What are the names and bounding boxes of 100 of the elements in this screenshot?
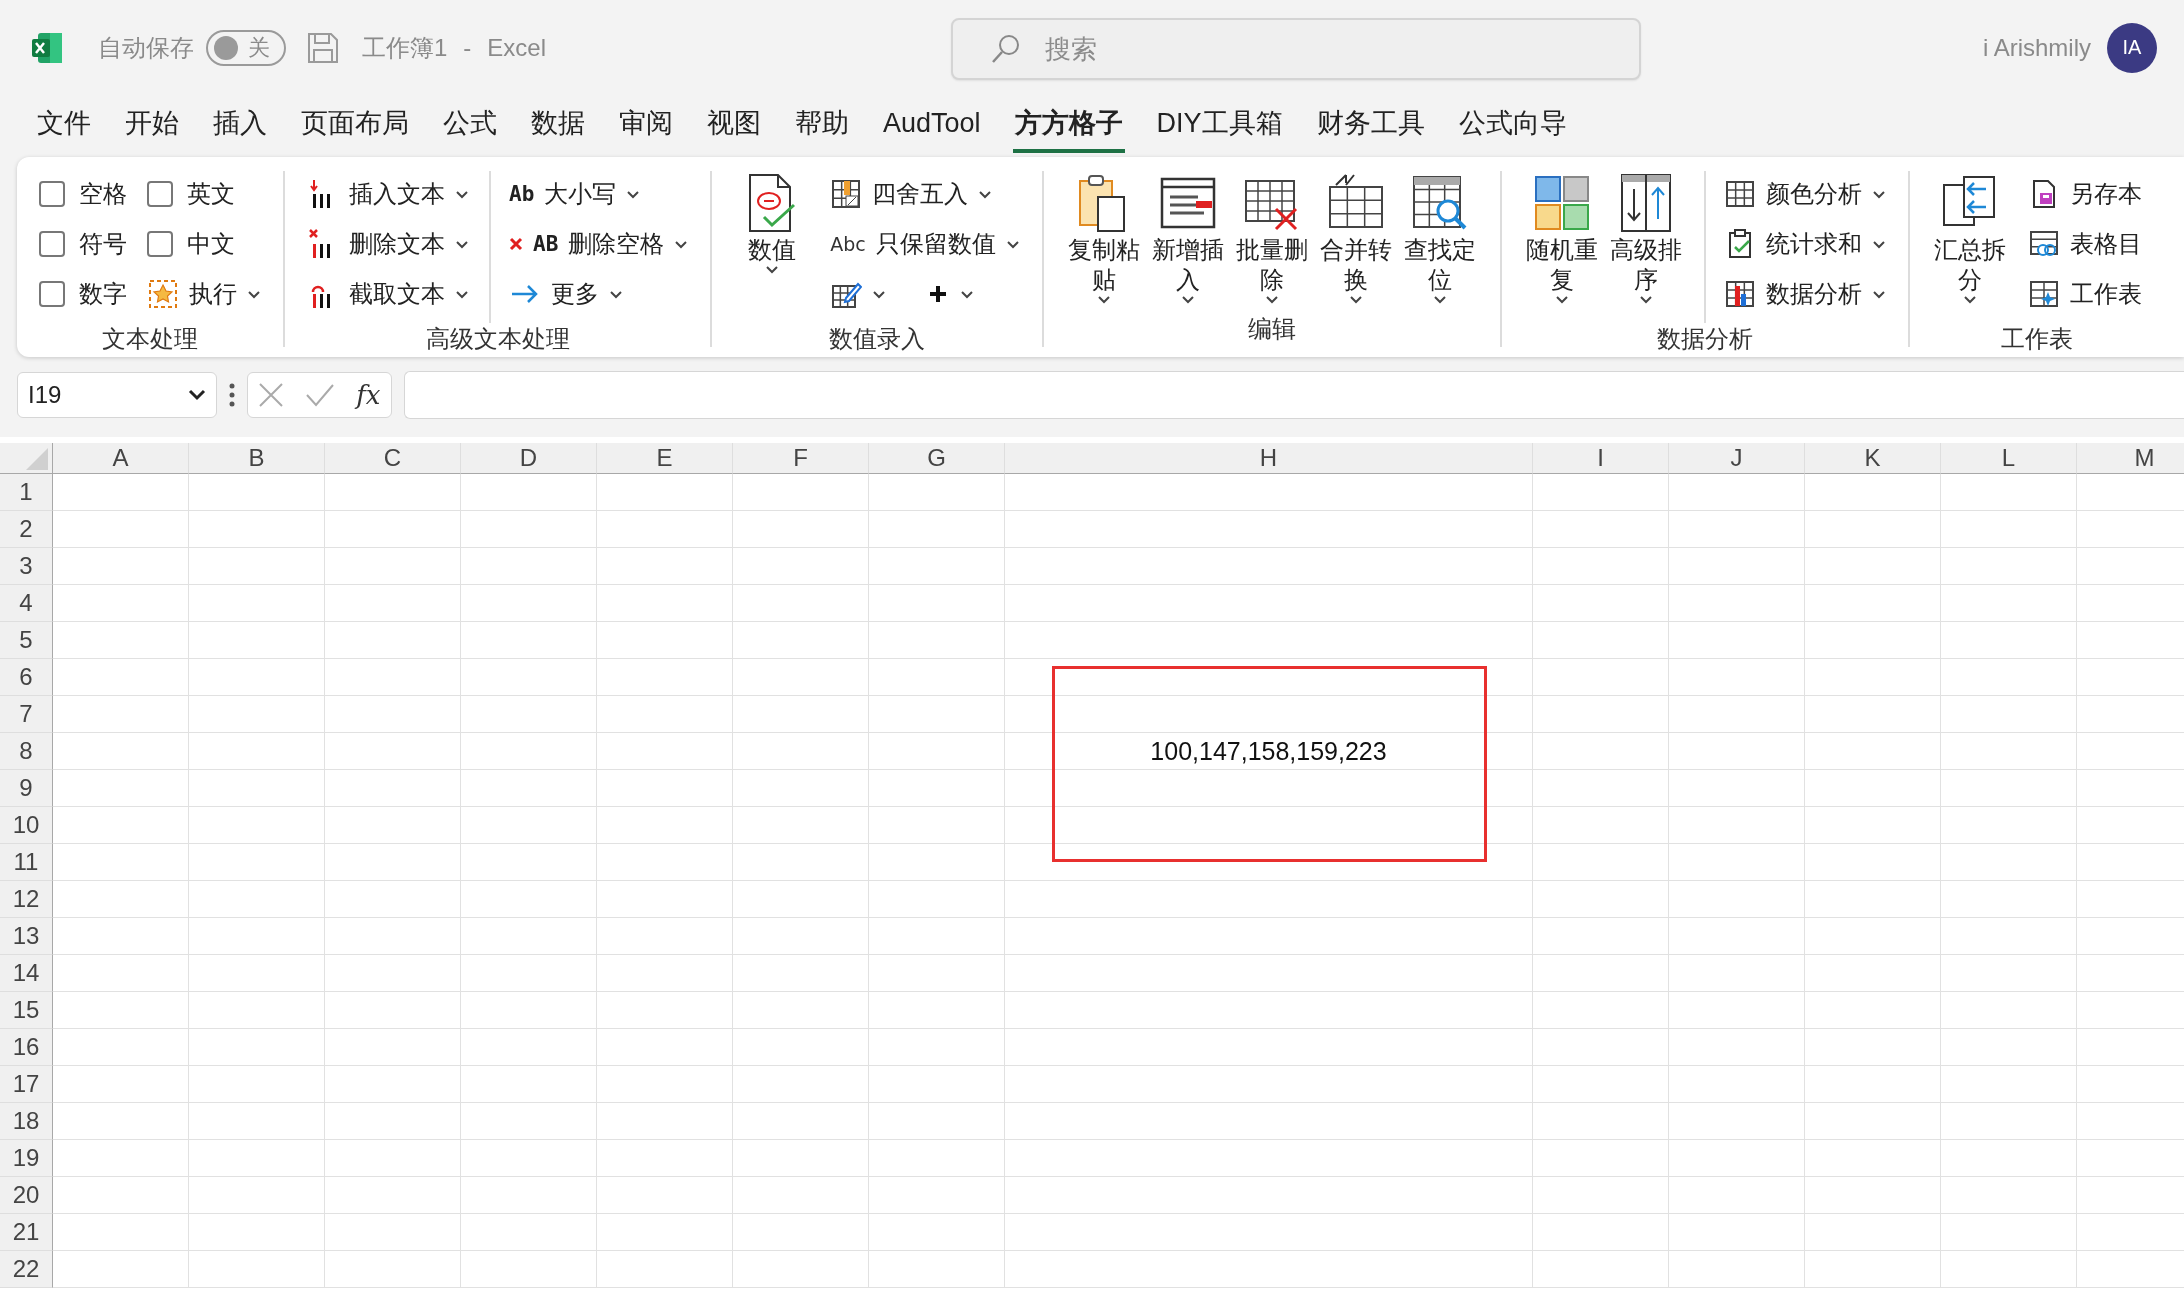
ribbon-button[interactable]: 插入文本 (307, 171, 469, 217)
menu-tab[interactable]: 数据 (529, 97, 587, 153)
menu-tab[interactable]: 开始 (123, 97, 181, 153)
menu-tab[interactable]: AudTool (881, 99, 983, 151)
column-header[interactable]: E (597, 443, 733, 474)
menu-tab[interactable]: 方方格子 (1012, 97, 1125, 153)
ribbon-button[interactable]: 执行 (147, 271, 261, 317)
row-header[interactable]: 19 (0, 1140, 53, 1177)
menu-tab[interactable]: DIY工具箱 (1154, 97, 1285, 153)
check-icon[interactable] (305, 383, 336, 407)
ribbon-button[interactable]: 四舍五入 (830, 171, 1020, 217)
more-vertical-icon[interactable] (229, 383, 235, 407)
row-header[interactable]: 10 (0, 807, 53, 844)
icon-text: Abc (830, 233, 866, 255)
user-avatar[interactable]: IA (2107, 22, 2157, 73)
column-header[interactable]: B (189, 443, 325, 474)
row-header[interactable]: 3 (0, 548, 53, 585)
save-icon[interactable] (306, 30, 340, 65)
row-header[interactable]: 17 (0, 1066, 53, 1103)
ribbon-button[interactable]: Abc 只保留数值 (830, 221, 1020, 267)
row-header[interactable]: 4 (0, 585, 53, 622)
menu-tab[interactable]: 页面布局 (299, 97, 411, 153)
column-header[interactable]: K (1805, 443, 1941, 474)
column-header[interactable]: G (869, 443, 1005, 474)
column-header[interactable]: C (325, 443, 461, 474)
column-header[interactable]: J (1669, 443, 1805, 474)
group-label: 数值录入 (828, 324, 927, 354)
group-label: 工作表 (1999, 324, 2074, 354)
row-header[interactable]: 13 (0, 918, 53, 955)
name-box[interactable]: I19 (17, 372, 217, 418)
chevron-down-icon (188, 389, 206, 401)
group-label: 数据分析 (1655, 324, 1754, 354)
ribbon-button[interactable]: 批量删除 (1233, 171, 1310, 313)
row-header[interactable]: 16 (0, 1029, 53, 1066)
ribbon-button[interactable]: AB 删除空格 (509, 221, 689, 267)
formula-input[interactable] (404, 371, 2184, 419)
button-label: 查找定位 (1402, 235, 1477, 295)
menu-tab[interactable]: 帮助 (793, 97, 851, 153)
checkbox[interactable] (39, 231, 65, 257)
button-label: 合并转换 (1318, 235, 1393, 295)
button-label: 数值 (747, 235, 798, 265)
row-header[interactable]: 2 (0, 511, 53, 548)
checkbox[interactable] (147, 231, 173, 257)
ribbon-button[interactable]: 查找定位 (1401, 171, 1478, 313)
user-name: i Arishmily (1983, 33, 2091, 62)
row-header[interactable]: 11 (0, 844, 53, 881)
menu-tab[interactable]: 文件 (35, 97, 93, 153)
row-header[interactable]: 9 (0, 770, 53, 807)
row-header[interactable]: 8 (0, 733, 53, 770)
ribbon-button[interactable]: 颜色分析 (1723, 171, 1886, 217)
menu-tab[interactable]: 财务工具 (1314, 97, 1427, 153)
button-label: 四舍五入 (872, 179, 969, 209)
column-header[interactable]: D (461, 443, 597, 474)
button-label: 汇总拆分 (1932, 235, 2007, 295)
ribbon-button[interactable]: 数据分析 (1723, 271, 1886, 317)
row-header[interactable]: 6 (0, 659, 53, 696)
ribbon-button[interactable]: 新增插入 (1149, 171, 1226, 313)
row-header[interactable]: 5 (0, 622, 53, 659)
checkbox[interactable] (147, 181, 173, 207)
ribbon-button[interactable]: 高级排序 (1607, 171, 1684, 323)
ribbon-button[interactable]: 工作表 (2027, 271, 2142, 317)
ribbon-button[interactable]: 数值 (734, 171, 811, 323)
ribbon-button[interactable]: 表格目 (2027, 221, 2142, 267)
menu-tab[interactable]: 公式向导 (1456, 97, 1569, 153)
ribbon-button[interactable]: 删除文本 (307, 221, 469, 267)
row-header[interactable]: 20 (0, 1177, 53, 1214)
column-header[interactable]: H (1005, 443, 1533, 474)
checkbox[interactable] (39, 181, 65, 207)
close-icon[interactable] (258, 382, 285, 408)
row-header[interactable]: 12 (0, 881, 53, 918)
row-header[interactable]: 14 (0, 955, 53, 992)
ribbon-button[interactable]: 统计求和 (1723, 221, 1886, 267)
column-header[interactable]: I (1533, 443, 1669, 474)
menu-tab[interactable]: 公式 (441, 97, 499, 153)
row-header[interactable]: 15 (0, 992, 53, 1029)
menu-tab[interactable]: 插入 (211, 97, 269, 153)
row-header[interactable]: 21 (0, 1214, 53, 1251)
column-header[interactable]: L (1941, 443, 2077, 474)
column-header[interactable]: A (53, 443, 189, 474)
button-label: 工作表 (2069, 279, 2142, 309)
row-header[interactable]: 22 (0, 1251, 53, 1288)
menu-tab[interactable]: 审阅 (617, 97, 675, 153)
ribbon-button[interactable]: 更多 (509, 271, 689, 317)
checkbox[interactable] (39, 281, 65, 307)
ribbon-button[interactable]: Ab 大小写 (509, 171, 689, 217)
insert-function-button[interactable]: fx (356, 380, 381, 410)
ribbon-button[interactable]: 另存本 (2027, 171, 2142, 217)
button-label: 批量删除 (1234, 235, 1309, 295)
ribbon-button[interactable]: 随机重复 (1523, 171, 1600, 323)
column-header[interactable]: M (2077, 443, 2184, 474)
menu-tab[interactable]: 视图 (705, 97, 763, 153)
ribbon-button[interactable]: 合并转换 (1317, 171, 1394, 313)
row-header[interactable]: 7 (0, 696, 53, 733)
ribbon-button[interactable]: 汇总拆分 (1931, 171, 2008, 323)
row-header[interactable]: 1 (0, 474, 53, 511)
ribbon-button[interactable]: 复制粘贴 (1065, 171, 1142, 313)
button-label: 颜色分析 (1765, 179, 1862, 209)
row-header[interactable]: 18 (0, 1103, 53, 1140)
column-header[interactable]: F (733, 443, 869, 474)
ribbon-button[interactable]: 截取文本 (307, 271, 469, 317)
